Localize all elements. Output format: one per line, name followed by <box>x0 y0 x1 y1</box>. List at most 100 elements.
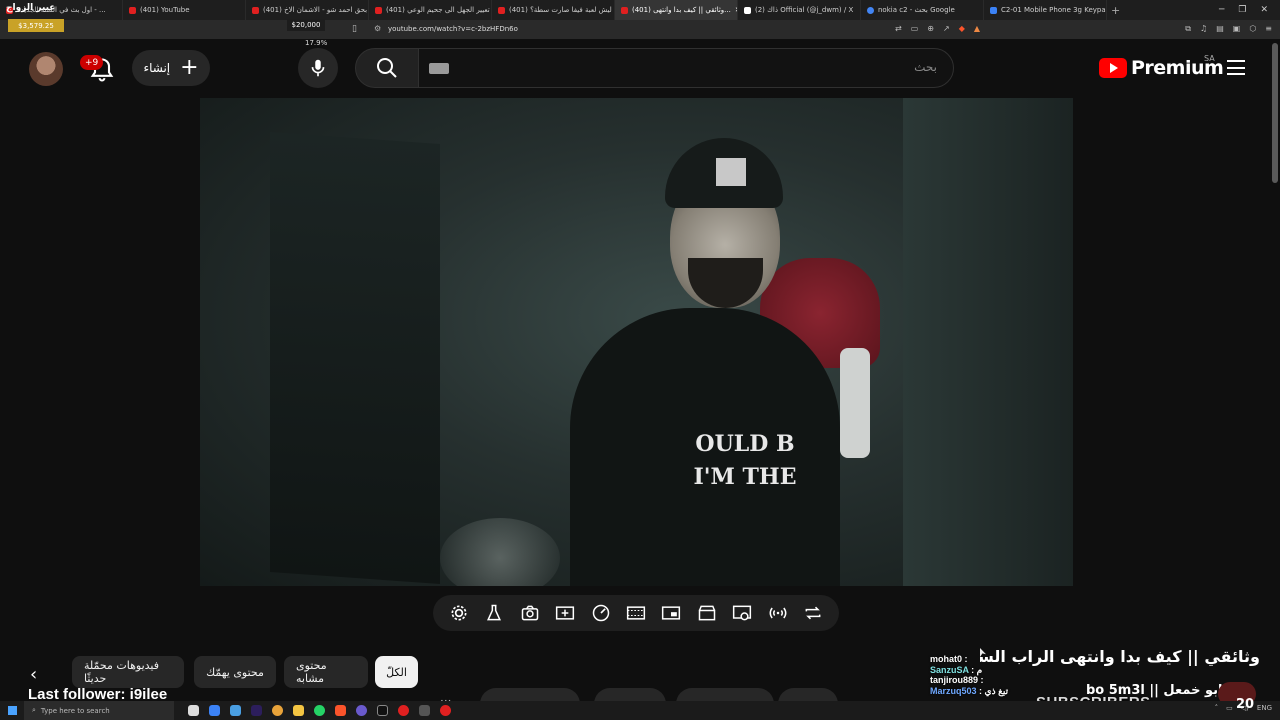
loop-icon[interactable] <box>801 602 825 624</box>
zoom-icon[interactable]: ⊕ <box>927 24 934 33</box>
tray-chevron-icon[interactable]: ˄ <box>1215 704 1219 712</box>
browser-tab[interactable]: (401) كلمة بحق احمد شو - الاشمان الاخ... <box>246 0 369 20</box>
search-placeholder: بحث <box>914 60 937 74</box>
url-field[interactable]: youtube.com/watch?v=c-2bzHFDn6o <box>388 25 518 33</box>
browser-tab[interactable]: (401) YouTube <box>123 0 246 20</box>
taskbar-search-icon: ⌕ <box>32 706 36 714</box>
window-controls: ─ ❐ ✕ <box>1219 5 1280 15</box>
speed-gauge-icon[interactable] <box>589 602 613 624</box>
cast-icon[interactable]: ▭ <box>911 24 919 33</box>
create-button[interactable]: إنشاء + <box>132 50 210 86</box>
flask-icon[interactable] <box>482 602 506 624</box>
guide-menu-icon[interactable] <box>1227 60 1245 75</box>
video-door <box>270 132 440 584</box>
clapper-icon[interactable] <box>695 602 719 624</box>
discord-icon[interactable] <box>356 705 367 716</box>
video-player[interactable]: OULD B I'M THE <box>200 98 1073 586</box>
browser-tab[interactable]: (401) وثائقي || كيف بدا وانتهى...✕ <box>615 0 738 20</box>
windows-taskbar: ⌕ Type here to search ˄ ▭ ◁) ENG <box>0 701 1280 720</box>
toolbar-icons: ⧉ ♫ ▤ ▣ ⬡ ≡ <box>1185 24 1272 34</box>
premiere-icon[interactable] <box>251 705 262 716</box>
youtube-icon <box>621 6 628 14</box>
browser-menu-icon[interactable]: ≡ <box>1265 24 1272 34</box>
shirt-text-line-2: I'M THE <box>693 464 797 490</box>
region-code: SA <box>1204 54 1215 63</box>
browser-tab-title: (401) من تعيير الجهل الى جحيم الوعي | <box>386 6 491 14</box>
browser-tab-title: (401) ليش لعبة فيفا صارت سطة؟ - ... <box>509 6 614 14</box>
avatar[interactable] <box>29 52 63 86</box>
sidebar-icon[interactable]: ▤ <box>1216 24 1224 34</box>
taskbar-search-input[interactable]: ⌕ Type here to search <box>24 701 174 720</box>
donation-amount: $3,579.25 <box>8 19 64 32</box>
settings-gear-icon[interactable] <box>447 602 471 624</box>
youtube-icon <box>129 6 136 14</box>
picture-in-picture-icon[interactable] <box>659 602 683 624</box>
app-gray-icon[interactable] <box>419 705 430 716</box>
file-explorer-icon[interactable] <box>293 705 304 716</box>
wallet-icon[interactable]: ▣ <box>1233 24 1241 34</box>
stream-overlay-title: عبير الزواج <box>6 3 56 13</box>
site-info-icon[interactable]: ⚙ <box>374 24 381 33</box>
chip-all[interactable]: الكلّ <box>375 656 418 688</box>
close-window-icon[interactable]: ✕ <box>1260 5 1268 15</box>
audio-waves-icon[interactable] <box>766 602 790 624</box>
start-icon[interactable] <box>0 701 24 720</box>
app-red-2-icon[interactable] <box>440 705 451 716</box>
browser-tab[interactable]: (401) ليش لعبة فيفا صارت سطة؟ - ... <box>492 0 615 20</box>
youtube-icon <box>252 6 259 14</box>
chrome-icon[interactable] <box>272 705 283 716</box>
rewards-icon[interactable]: ▲ <box>974 24 980 33</box>
browser-tab-title: (2) ذاك Official (@j_dwm) / X <box>755 6 854 14</box>
video-beanie-tag <box>716 158 746 186</box>
browser-tab-title: (401) كلمة بحق احمد شو - الاشمان الاخ... <box>263 6 368 14</box>
chip-related[interactable]: محتوى مشابه <box>284 656 368 688</box>
language-indicator[interactable]: ENG <box>1257 704 1272 712</box>
new-tab-button[interactable]: + <box>1111 4 1120 17</box>
chip-recently-uploaded[interactable]: فيديوهات محمّلة حديثًا <box>72 656 184 688</box>
keyboard-icon[interactable] <box>429 63 449 74</box>
search-button[interactable] <box>355 48 419 88</box>
bookmark-icon[interactable]: ▯ <box>352 24 357 34</box>
voice-search-button[interactable] <box>298 48 338 88</box>
clip-plus-icon[interactable] <box>553 602 577 624</box>
film-strip-icon[interactable] <box>624 602 648 624</box>
browser-tab-title: C2-01 Mobile Phone 3g Keypad Har... <box>1001 6 1106 14</box>
browser-tab[interactable]: (2) ذاك Official (@j_dwm) / X <box>738 0 861 20</box>
edge-icon[interactable] <box>209 705 220 716</box>
minimize-icon[interactable]: ─ <box>1219 5 1224 15</box>
page-scrollbar[interactable] <box>1272 43 1278 183</box>
plus-icon: + <box>180 55 199 80</box>
browser-tab[interactable]: nokia c2 - بحث Google <box>861 0 984 20</box>
store-icon[interactable] <box>230 705 241 716</box>
share-icon[interactable]: ↗ <box>943 24 950 33</box>
browser-tab[interactable]: (401) من تعيير الجهل الى جحيم الوعي | <box>369 0 492 20</box>
brave-icon[interactable] <box>335 705 346 716</box>
translate-icon[interactable]: ⇄ <box>895 24 902 33</box>
restore-icon[interactable]: ❐ <box>1238 5 1246 15</box>
obs-icon[interactable] <box>377 705 388 716</box>
whatsapp-icon[interactable] <box>314 705 325 716</box>
task-view-icon[interactable] <box>188 705 199 716</box>
taskbar-apps <box>188 705 451 716</box>
chip-for-you[interactable]: محتوى يهمّك <box>194 656 276 688</box>
x-icon <box>744 6 751 14</box>
search-input[interactable]: بحث <box>418 48 954 88</box>
chips-prev-arrow-icon[interactable]: ‹ <box>30 664 37 685</box>
extensions-icon[interactable]: ⧉ <box>1185 24 1191 34</box>
camera-icon[interactable] <box>518 602 542 624</box>
vpn-icon[interactable]: ⬡ <box>1249 24 1256 34</box>
taskbar-search-placeholder: Type here to search <box>40 706 110 715</box>
browser-tab[interactable]: C2-01 Mobile Phone 3g Keypad Har... <box>984 0 1107 20</box>
chat-message: Marzuq503 : تبغ ذي <box>930 685 1009 696</box>
cast-eye-icon[interactable] <box>730 602 754 624</box>
address-bar: ▯ ⚙ youtube.com/watch?v=c-2bzHFDn6o ⇄ ▭ … <box>0 20 1280 39</box>
google-icon <box>867 6 874 14</box>
browser-tab-title: (401) وثائقي || كيف بدا وانتهى... <box>632 6 731 14</box>
network-icon[interactable]: ▭ <box>1226 704 1233 712</box>
media-icon[interactable]: ♫ <box>1200 24 1207 34</box>
brave-shield-icon[interactable]: ◆ <box>959 24 965 33</box>
app-red-icon[interactable] <box>398 705 409 716</box>
address-actions: ⇄ ▭ ⊕ ↗ ◆ ▲ <box>895 24 980 33</box>
recommended-video-title[interactable]: وثائقي || كيف بدا وانتهى الراب السعودي <box>980 647 1260 666</box>
youtube-icon <box>375 6 382 14</box>
